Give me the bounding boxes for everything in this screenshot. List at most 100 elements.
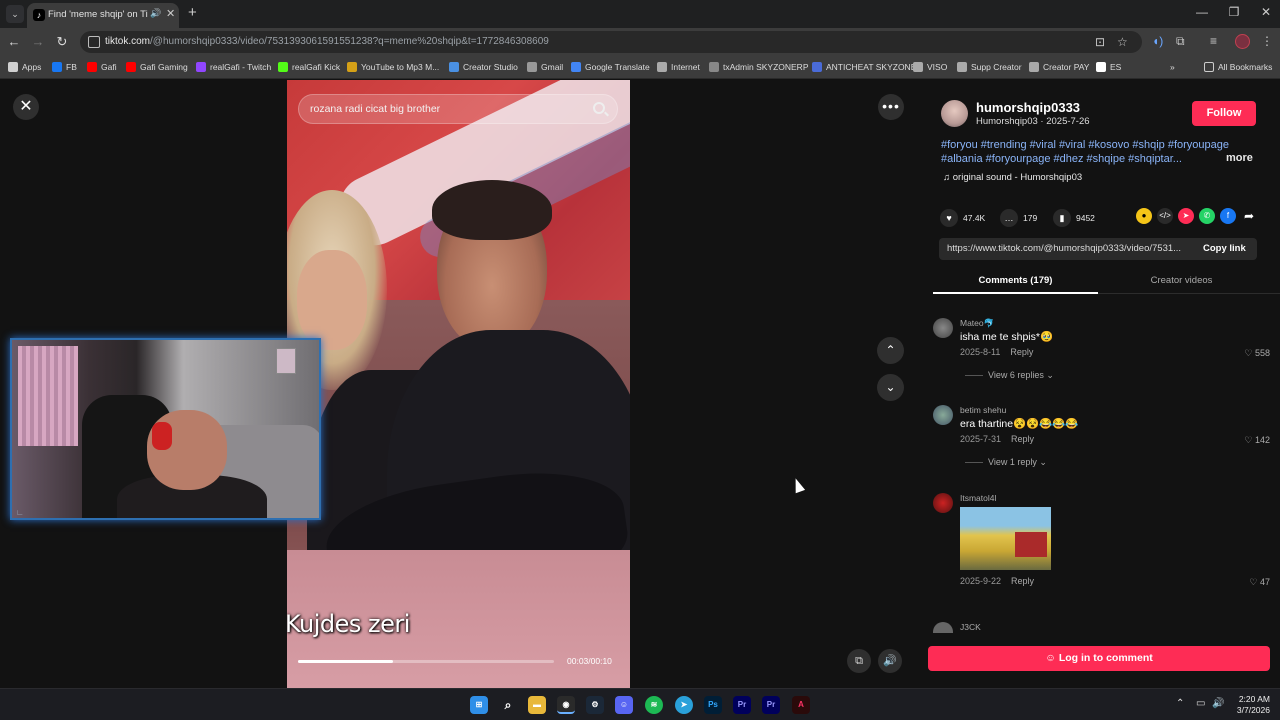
spotify-icon[interactable]: ≋ bbox=[645, 696, 663, 714]
comment-avatar[interactable] bbox=[933, 622, 953, 633]
comment-stat[interactable]: … 179 bbox=[1000, 209, 1037, 227]
heart-outline-icon[interactable]: ♡ bbox=[1244, 348, 1255, 358]
bookmark-item[interactable]: ANTICHEAT SKYZONE bbox=[812, 62, 916, 72]
video-search-bar[interactable]: rozana radi cicat big brother bbox=[298, 94, 618, 124]
menu-icon[interactable]: ⋮ bbox=[1261, 34, 1273, 48]
comment-image[interactable] bbox=[960, 507, 1051, 570]
chevron-down-icon[interactable]: ⌄ bbox=[877, 374, 904, 401]
bookmark-star-icon[interactable]: ☆ bbox=[1117, 35, 1128, 49]
bookmark-item[interactable]: Google Translate bbox=[571, 62, 650, 72]
embed-code-icon[interactable]: </> bbox=[1157, 208, 1173, 224]
browser-tab[interactable]: ♪ Find 'meme shqip' on TikTo 🔊 ✕ bbox=[27, 3, 179, 28]
pip-icon[interactable]: ⧉ bbox=[847, 649, 871, 673]
comment-avatar[interactable] bbox=[933, 493, 953, 513]
bookmark-item[interactable]: YouTube to Mp3 M... bbox=[347, 62, 439, 72]
discord-icon[interactable]: ☺ bbox=[615, 696, 633, 714]
tray-overflow-icon[interactable]: ⌃ bbox=[1176, 698, 1184, 709]
close-video-button[interactable]: ✕ bbox=[13, 94, 39, 120]
app-icon[interactable]: A bbox=[792, 696, 810, 714]
comment-username[interactable]: betim shehu bbox=[960, 405, 1006, 415]
extensions-icon[interactable]: ⧉ bbox=[1176, 34, 1185, 49]
forward-icon[interactable]: → bbox=[30, 34, 46, 49]
bookmark-item[interactable]: Gafi bbox=[87, 62, 117, 72]
media-controls-icon[interactable]: ≡ bbox=[1210, 34, 1217, 48]
file-explorer-icon[interactable]: ▬ bbox=[528, 696, 546, 714]
bookmark-item[interactable]: realGafi - Twitch bbox=[196, 62, 271, 72]
reply-button[interactable]: Reply bbox=[1011, 434, 1034, 444]
video-link-url[interactable]: https://www.tiktok.com/@humorshqip0333/v… bbox=[947, 243, 1192, 254]
back-icon[interactable]: ← bbox=[6, 34, 22, 49]
profile-avatar[interactable] bbox=[1235, 34, 1250, 49]
bookmark-item[interactable]: Apps bbox=[8, 62, 41, 72]
taskbar-clock[interactable]: 2:20 AM 3/7/2026 bbox=[1230, 694, 1270, 716]
restore-icon[interactable]: ❐ bbox=[1224, 5, 1244, 19]
bookmark-icon[interactable]: ▮ bbox=[1053, 209, 1071, 227]
taskbar-search-icon[interactable]: ⌕ bbox=[499, 696, 517, 714]
close-window-icon[interactable]: ✕ bbox=[1256, 5, 1276, 19]
speaker-icon[interactable]: 🔊 bbox=[150, 8, 161, 19]
follow-button[interactable]: Follow bbox=[1192, 101, 1256, 126]
chrome-icon[interactable]: ◉ bbox=[557, 696, 575, 714]
heart-icon[interactable]: ♥ bbox=[940, 209, 958, 227]
premiere-icon[interactable]: Pr bbox=[762, 696, 780, 714]
bookmark-item[interactable]: txAdmin SKYZONERP bbox=[709, 62, 809, 72]
close-tab-icon[interactable]: ✕ bbox=[166, 7, 175, 20]
login-to-comment-button[interactable]: ☺ Log in to comment bbox=[928, 646, 1270, 671]
bookmark-item[interactable]: ES bbox=[1096, 62, 1121, 72]
copy-link-button[interactable]: Copy link bbox=[1203, 243, 1246, 254]
facebook-icon[interactable]: f bbox=[1220, 208, 1236, 224]
minimize-icon[interactable]: — bbox=[1192, 5, 1212, 19]
start-windows-icon[interactable]: ⊞ bbox=[470, 696, 488, 714]
new-tab-button[interactable]: + bbox=[188, 4, 197, 21]
comment-avatar[interactable] bbox=[933, 318, 953, 338]
send-icon[interactable]: ➤ bbox=[1178, 208, 1194, 224]
search-icon[interactable] bbox=[593, 102, 605, 114]
reply-button[interactable]: Reply bbox=[1011, 576, 1034, 586]
view-replies-button[interactable]: View 1 reply ⌄ bbox=[965, 457, 1047, 468]
bookmark-item[interactable]: Gafi Gaming bbox=[126, 62, 188, 72]
share-arrow-icon[interactable]: ➦ bbox=[1241, 208, 1257, 224]
view-replies-button[interactable]: View 6 replies ⌄ bbox=[965, 370, 1054, 381]
more-button[interactable]: more bbox=[1226, 152, 1253, 164]
comment-username[interactable]: J3CK bbox=[960, 622, 981, 632]
address-bar[interactable]: tiktok.com/@humorshqip0333/video/7531393… bbox=[80, 31, 1142, 53]
volume-icon[interactable]: 🔊 bbox=[878, 649, 902, 673]
comment-like[interactable]: ♡ 558 bbox=[1244, 348, 1270, 359]
telegram-icon[interactable]: ➤ bbox=[675, 696, 693, 714]
reload-icon[interactable]: ↻ bbox=[54, 34, 70, 50]
bookmark-item[interactable]: Supp Creator bbox=[957, 62, 1022, 72]
site-info-icon[interactable] bbox=[88, 36, 100, 48]
video-hashtags[interactable]: #foryou #trending #viral #viral #kosovo … bbox=[941, 138, 1241, 166]
heart-outline-icon[interactable]: ♡ bbox=[1244, 435, 1255, 445]
bookmark-item[interactable]: realGafi Kick bbox=[278, 62, 340, 72]
video-player[interactable]: rozana radi cicat big brother Kujdes zer… bbox=[287, 80, 630, 688]
photoshop-icon[interactable]: Ps bbox=[704, 696, 722, 714]
bookmarks-overflow-icon[interactable]: » bbox=[1170, 62, 1175, 72]
more-options-button[interactable]: ••• bbox=[878, 94, 904, 120]
video-progress-bar[interactable] bbox=[298, 660, 554, 663]
save-stat[interactable]: ▮ 9452 bbox=[1053, 209, 1095, 227]
comment-icon[interactable]: … bbox=[1000, 209, 1018, 227]
original-sound[interactable]: ♫ original sound - Humorshqip03 bbox=[943, 172, 1082, 183]
comment-username[interactable]: Mateo🐬 bbox=[960, 318, 994, 329]
bookmark-item[interactable]: Creator PAY bbox=[1029, 62, 1089, 72]
comment-username[interactable]: Itsmatol4l bbox=[960, 493, 996, 503]
bookmark-item[interactable]: Creator Studio bbox=[449, 62, 518, 72]
steam-icon[interactable]: ⚙ bbox=[586, 696, 604, 714]
heart-outline-icon[interactable]: ♡ bbox=[1249, 577, 1260, 587]
bookmark-item[interactable]: Gmail bbox=[527, 62, 563, 72]
volume-tray-icon[interactable]: 🔊 bbox=[1212, 698, 1224, 709]
chevron-up-icon[interactable]: ⌃ bbox=[877, 337, 904, 364]
tab-comments[interactable]: Comments (179) bbox=[933, 275, 1098, 286]
all-bookmarks[interactable]: All Bookmarks bbox=[1204, 62, 1272, 72]
url-text[interactable]: tiktok.com/@humorshqip0333/video/7531393… bbox=[105, 36, 549, 47]
tab-creator-videos[interactable]: Creator videos bbox=[1099, 275, 1264, 286]
author-username[interactable]: humorshqip0333 bbox=[976, 100, 1080, 115]
comment-like[interactable]: ♡ 47 bbox=[1249, 577, 1270, 588]
comment-avatar[interactable] bbox=[933, 405, 953, 425]
author-avatar[interactable] bbox=[941, 100, 968, 127]
bookmark-item[interactable]: VISO bbox=[913, 62, 947, 72]
extension-audio-icon[interactable]: ◖) bbox=[1152, 34, 1163, 48]
reply-button[interactable]: Reply bbox=[1010, 347, 1033, 357]
bookmark-item[interactable]: FB bbox=[52, 62, 77, 72]
